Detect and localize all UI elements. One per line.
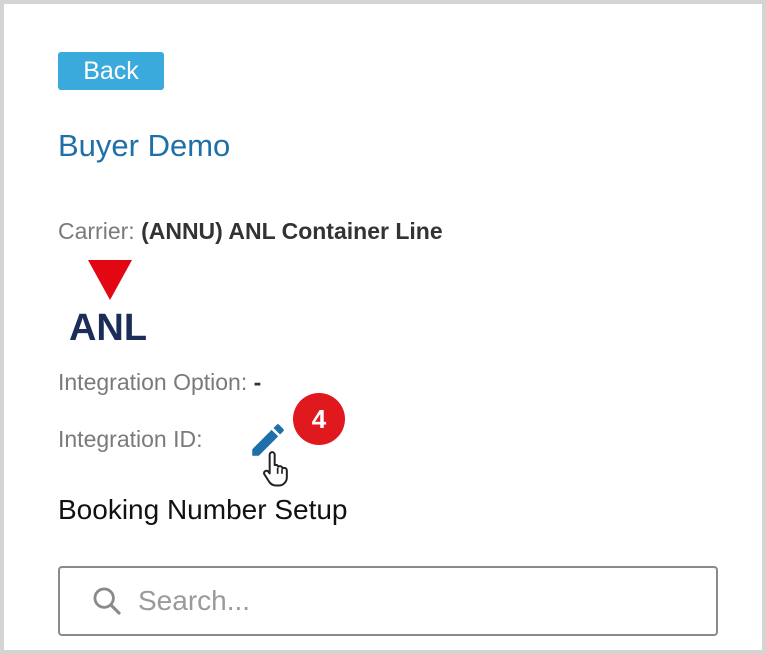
hand-pointer-icon	[263, 451, 288, 487]
carrier-label: Carrier:	[58, 218, 135, 244]
anl-logo-text: ANL	[69, 307, 147, 344]
search-box[interactable]	[58, 566, 718, 636]
anl-logo-triangle	[88, 260, 132, 300]
integration-id-label: Integration ID:	[58, 426, 203, 452]
anl-logo: ANL	[69, 260, 147, 344]
carrier-value: (ANNU) ANL Container Line	[141, 218, 443, 244]
page-frame: Back Buyer Demo Carrier: (ANNU) ANL Cont…	[0, 0, 766, 654]
integration-option-row: Integration Option: -	[58, 367, 261, 397]
integration-option-value: -	[253, 369, 262, 395]
step-badge: 4	[293, 393, 345, 445]
booking-number-setup-title: Booking Number Setup	[58, 494, 348, 525]
integration-id-row: Integration ID:	[58, 424, 202, 454]
search-input[interactable]	[138, 585, 698, 617]
back-button[interactable]: Back	[58, 52, 164, 90]
page-title: Buyer Demo	[58, 128, 231, 163]
integration-option-label: Integration Option:	[58, 369, 248, 395]
search-icon	[93, 587, 121, 615]
carrier-row: Carrier: (ANNU) ANL Container Line	[58, 216, 443, 246]
